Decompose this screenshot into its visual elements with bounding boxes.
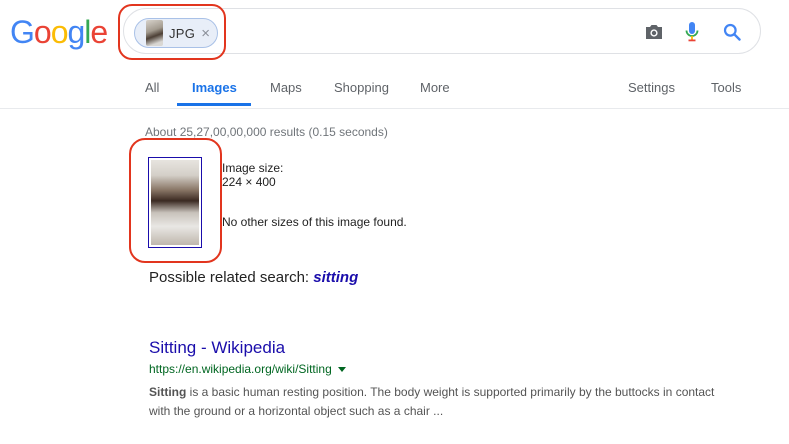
url-dropdown-caret-icon[interactable] xyxy=(337,366,346,372)
logo-letter: g xyxy=(67,14,85,50)
image-query-chip[interactable]: JPG × xyxy=(134,18,218,48)
chip-close-icon[interactable]: × xyxy=(201,25,210,42)
related-search-prefix: Possible related search: xyxy=(149,269,314,286)
query-image-thumbnail[interactable] xyxy=(148,157,202,248)
result-url: https://en.wikipedia.org/wiki/Sitting xyxy=(149,362,346,376)
tab-all[interactable]: All xyxy=(145,80,159,95)
image-size-label: Image size: xyxy=(222,161,284,175)
snippet-bold-term: Sitting xyxy=(149,385,187,399)
logo-letter: o xyxy=(50,14,69,50)
tab-shopping[interactable]: Shopping xyxy=(334,80,389,95)
search-tabs: All Images Maps Shopping More Settings T… xyxy=(0,80,789,110)
camera-icon[interactable] xyxy=(642,20,666,44)
chip-label: JPG xyxy=(169,25,196,41)
search-icon[interactable] xyxy=(720,20,744,44)
logo-letter: o xyxy=(33,14,52,50)
thumbnail-image xyxy=(151,160,199,245)
search-box[interactable]: JPG × xyxy=(123,8,761,54)
tab-settings[interactable]: Settings xyxy=(628,80,675,95)
no-other-sizes-text: No other sizes of this image found. xyxy=(222,215,407,229)
tab-images[interactable]: Images xyxy=(192,80,237,95)
image-size-info: Image size: 224 × 400 xyxy=(222,161,283,189)
related-search: Possible related search: sitting xyxy=(149,269,358,286)
chip-thumbnail xyxy=(146,20,163,46)
snippet-text: is a basic human resting position. The b… xyxy=(149,385,715,418)
tab-maps[interactable]: Maps xyxy=(270,80,302,95)
active-tab-indicator xyxy=(177,103,251,106)
image-size-value: 224 × 400 xyxy=(222,175,276,189)
logo-letter: G xyxy=(10,14,35,50)
results-stats: About 25,27,00,00,000 results (0.15 seco… xyxy=(145,125,388,139)
related-search-link[interactable]: sitting xyxy=(313,269,358,286)
result-title-link[interactable]: Sitting - Wikipedia xyxy=(149,338,285,358)
tabs-divider xyxy=(0,108,789,109)
result-url-text: https://en.wikipedia.org/wiki/Sitting xyxy=(149,362,332,376)
logo-letter: e xyxy=(90,14,108,50)
result-snippet: Sitting is a basic human resting positio… xyxy=(149,383,739,421)
mic-icon[interactable] xyxy=(680,20,704,44)
google-logo[interactable]: Google xyxy=(10,14,108,51)
tab-more[interactable]: More xyxy=(420,80,450,95)
tab-tools[interactable]: Tools xyxy=(711,80,741,95)
